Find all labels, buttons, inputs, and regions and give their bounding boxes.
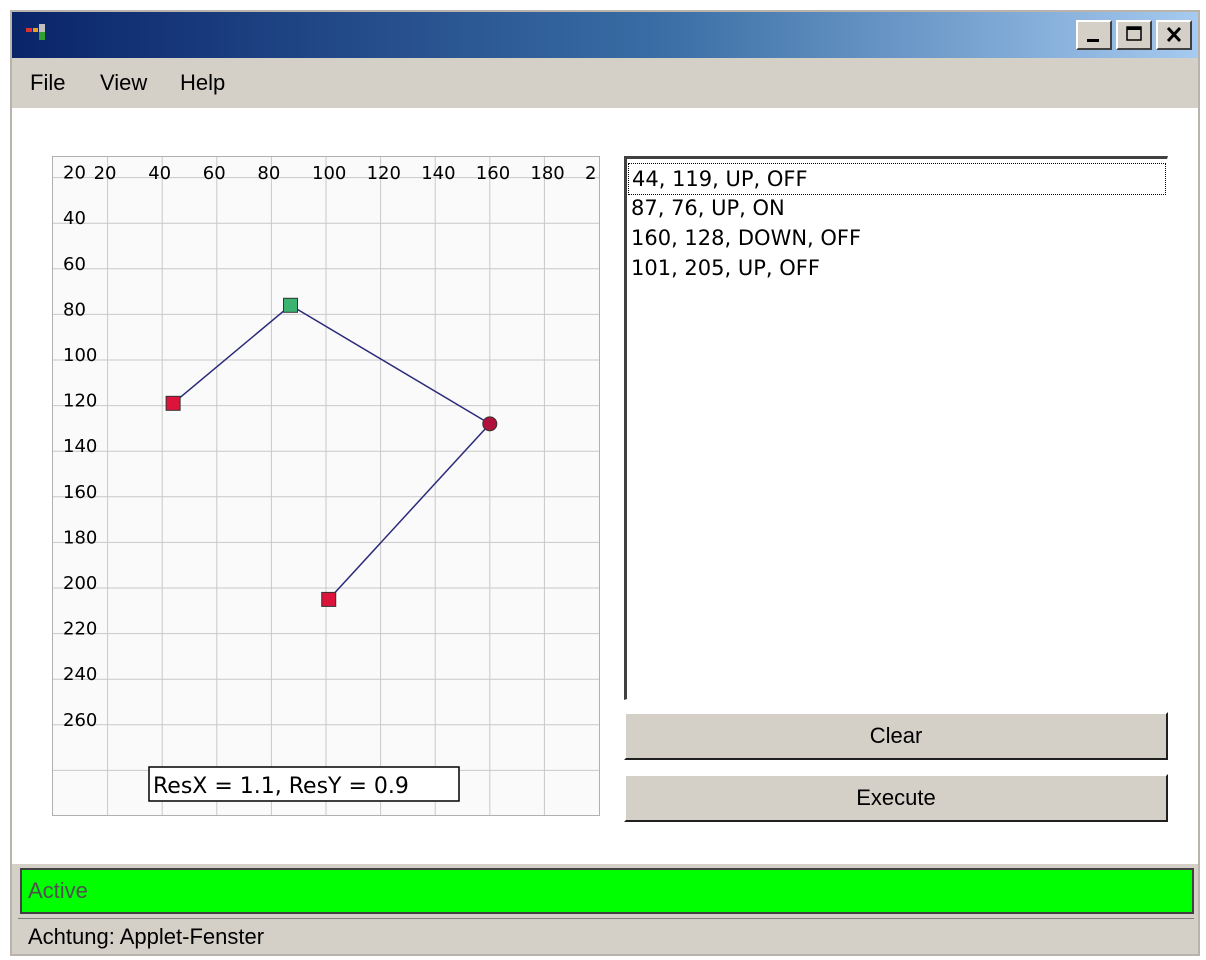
resolution-label: ResX = 1.1, ResY = 0.9 bbox=[153, 774, 409, 799]
maximize-icon bbox=[1126, 26, 1142, 41]
x-tick-label: 100 bbox=[312, 163, 346, 184]
x-tick-label: 160 bbox=[476, 163, 510, 184]
title-bar[interactable] bbox=[12, 12, 1198, 58]
plot-canvas[interactable]: 20 40 60 80 100 120 140 160 180 2 20 40 60 80 100 120 14… bbox=[52, 156, 600, 816]
java-app-icon bbox=[26, 24, 46, 42]
applet-area: 20 40 60 80 100 120 140 160 180 2 20 40 60 80 100 120 14… bbox=[12, 108, 1198, 864]
x-tick-label: 80 bbox=[257, 163, 280, 184]
menu-file[interactable]: File bbox=[30, 70, 65, 96]
x-tick-label: 20 bbox=[94, 163, 117, 184]
path-point bbox=[165, 395, 181, 411]
y-tick-label: 40 bbox=[63, 208, 86, 229]
menu-view[interactable]: View bbox=[100, 70, 147, 96]
status-bar: Active bbox=[20, 868, 1194, 914]
y-tick-label: 100 bbox=[63, 345, 97, 366]
menu-help[interactable]: Help bbox=[180, 70, 225, 96]
path-point bbox=[482, 416, 498, 432]
applet-window: File View Help 20 40 60 80 100 120 140 160 180 2 2… bbox=[10, 10, 1200, 956]
path-segment bbox=[328, 423, 491, 600]
applet-warning-bar: Achtung: Applet-Fenster bbox=[18, 918, 1194, 954]
y-tick-label: 20 bbox=[63, 163, 86, 184]
y-tick-label: 80 bbox=[63, 299, 86, 320]
list-item[interactable]: 44, 119, UP, OFF bbox=[628, 163, 1166, 195]
clear-button[interactable]: Clear bbox=[624, 712, 1168, 760]
y-tick-label: 260 bbox=[63, 710, 97, 731]
close-icon bbox=[1166, 26, 1182, 43]
minimize-button[interactable] bbox=[1076, 20, 1112, 50]
x-tick-label: 40 bbox=[148, 163, 171, 184]
list-item[interactable]: 87, 76, UP, ON bbox=[631, 193, 785, 223]
command-list[interactable]: 44, 119, UP, OFF 87, 76, UP, ON 160, 128, … bbox=[624, 156, 1168, 700]
applet-warning-text: Achtung: Applet-Fenster bbox=[28, 924, 265, 949]
path-segment bbox=[172, 304, 291, 404]
x-tick-label: 2 bbox=[585, 163, 596, 184]
y-tick-label: 200 bbox=[63, 573, 97, 594]
list-item[interactable]: 160, 128, DOWN, OFF bbox=[631, 223, 861, 253]
x-tick-label: 60 bbox=[203, 163, 226, 184]
y-tick-label: 180 bbox=[63, 527, 97, 548]
minimize-icon bbox=[1087, 39, 1099, 42]
x-tick-label: 180 bbox=[530, 163, 564, 184]
list-item[interactable]: 101, 205, UP, OFF bbox=[631, 253, 820, 283]
menu-bar: File View Help bbox=[12, 58, 1198, 108]
y-tick-label: 240 bbox=[63, 664, 97, 685]
path-point bbox=[283, 297, 299, 313]
y-tick-label: 60 bbox=[63, 254, 86, 275]
x-tick-label: 140 bbox=[421, 163, 455, 184]
plot-grid: 20 40 60 80 100 120 140 160 180 22040608010012014… bbox=[53, 157, 599, 815]
path-point bbox=[321, 591, 337, 607]
x-tick-label: 120 bbox=[367, 163, 401, 184]
y-tick-label: 140 bbox=[63, 436, 97, 457]
execute-button[interactable]: Execute bbox=[624, 774, 1168, 822]
maximize-button[interactable] bbox=[1116, 20, 1152, 50]
y-tick-label: 220 bbox=[63, 619, 97, 640]
status-text: Active bbox=[28, 878, 88, 903]
y-tick-label: 160 bbox=[63, 482, 97, 503]
y-tick-label: 120 bbox=[63, 391, 97, 412]
close-button[interactable] bbox=[1156, 20, 1192, 50]
